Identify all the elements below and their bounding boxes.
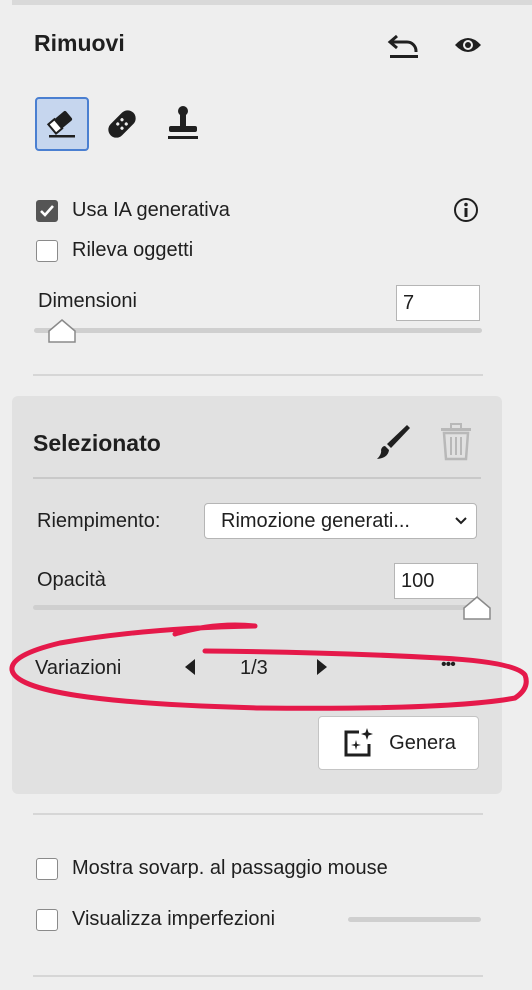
- panel-divider: [33, 477, 481, 479]
- fill-select-value: Rimozione generati...: [221, 509, 410, 532]
- chevron-down-icon: [454, 516, 468, 526]
- opacity-label: Opacità: [37, 569, 106, 591]
- divider: [33, 975, 483, 977]
- stamp-icon[interactable]: [160, 100, 206, 148]
- divider: [33, 374, 483, 376]
- show-overlay-label: Mostra sovarp. al passaggio mouse: [72, 857, 388, 879]
- generate-button[interactable]: Genera: [318, 716, 479, 770]
- show-flaws-option[interactable]: Visualizza imperfezioni: [36, 908, 275, 931]
- size-input[interactable]: [396, 285, 480, 321]
- eye-icon[interactable]: [450, 30, 486, 60]
- info-icon[interactable]: [452, 196, 480, 224]
- size-slider-handle[interactable]: [48, 319, 76, 343]
- fill-select[interactable]: Rimozione generati...: [204, 503, 477, 539]
- show-flaws-checkbox[interactable]: [36, 908, 58, 931]
- flaws-slider-track[interactable]: [348, 917, 481, 922]
- generative-ai-option[interactable]: Usa IA generativa: [36, 199, 230, 222]
- undo-icon[interactable]: [386, 28, 422, 62]
- eraser-icon: [45, 105, 79, 144]
- show-overlay-checkbox[interactable]: [36, 857, 58, 880]
- detect-objects-option[interactable]: Rileva oggetti: [36, 239, 193, 262]
- fill-label: Riempimento:: [37, 510, 161, 532]
- show-flaws-label: Visualizza imperfezioni: [72, 908, 276, 930]
- trash-icon[interactable]: [436, 420, 476, 464]
- generate-label: Genera: [389, 731, 456, 754]
- size-label: Dimensioni: [38, 290, 137, 312]
- selected-title: Selezionato: [33, 430, 161, 456]
- size-slider-track[interactable]: [34, 328, 482, 333]
- annotation-ellipse: [9, 622, 529, 711]
- detect-objects-checkbox[interactable]: [36, 239, 58, 262]
- opacity-input[interactable]: [394, 563, 478, 599]
- panel-title: Rimuovi: [34, 30, 125, 56]
- brush-icon[interactable]: [372, 420, 412, 464]
- bandage-icon[interactable]: [100, 100, 144, 148]
- detect-objects-label: Rileva oggetti: [72, 239, 194, 261]
- top-border: [12, 0, 532, 5]
- divider: [33, 813, 483, 815]
- eraser-tool-button[interactable]: [35, 97, 89, 151]
- show-overlay-option[interactable]: Mostra sovarp. al passaggio mouse: [36, 857, 388, 880]
- generative-ai-checkbox[interactable]: [36, 199, 58, 222]
- generate-icon: [341, 726, 375, 760]
- generative-ai-label: Usa IA generativa: [72, 199, 230, 221]
